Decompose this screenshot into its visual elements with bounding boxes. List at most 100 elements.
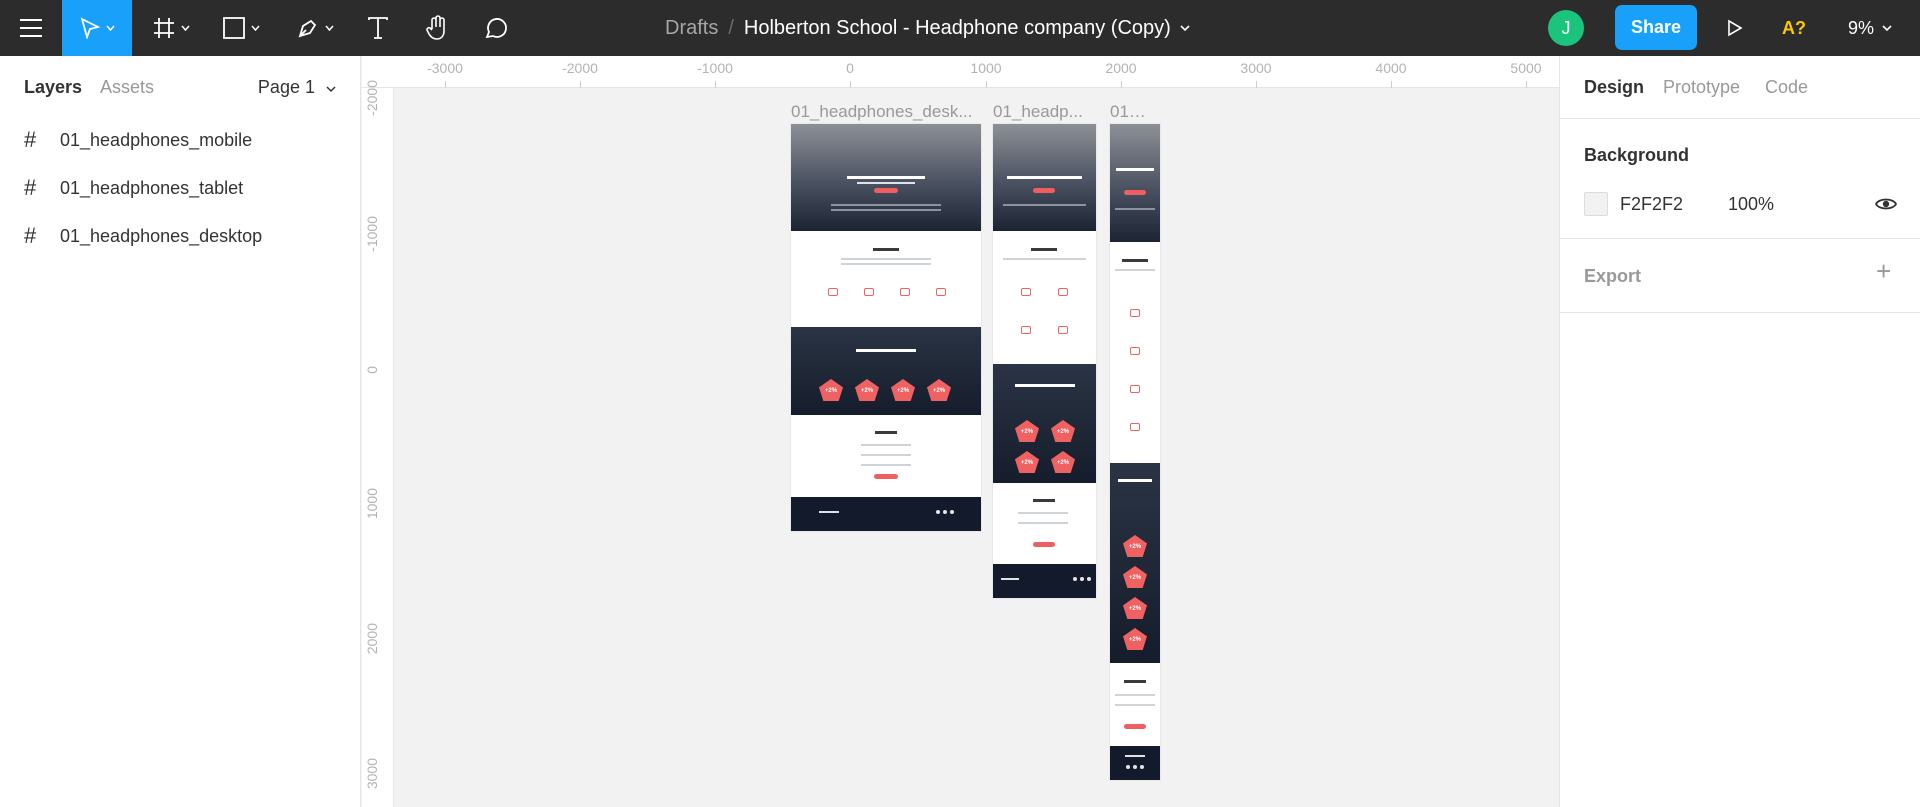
tab-layers[interactable]: Layers bbox=[24, 77, 82, 98]
text-tool-button[interactable] bbox=[352, 0, 404, 56]
page-selector-label: Page 1 bbox=[257, 77, 315, 97]
layer-item[interactable]: # 01_headphones_mobile bbox=[24, 125, 252, 155]
present-button[interactable] bbox=[1715, 0, 1755, 56]
frame-icon: # bbox=[24, 127, 37, 152]
shape-tool-icon bbox=[222, 17, 245, 39]
ruler-label: 3000 bbox=[364, 758, 380, 790]
ruler-label: -1000 bbox=[697, 60, 733, 76]
feature-icon bbox=[1021, 326, 1031, 334]
hero-section bbox=[1110, 124, 1160, 242]
pen-tool-button[interactable] bbox=[284, 0, 346, 56]
desktop-frame[interactable]: +2% +2% +2% +2% bbox=[791, 124, 981, 531]
section-text bbox=[1115, 269, 1155, 271]
visibility-toggle[interactable] bbox=[1874, 192, 1898, 221]
avatar[interactable]: J bbox=[1548, 10, 1584, 46]
ruler-label: -3000 bbox=[427, 60, 463, 76]
ruler-tick bbox=[580, 81, 581, 88]
hand-tool-button[interactable] bbox=[412, 0, 464, 56]
layer-item[interactable]: # 01_headphones_desktop bbox=[24, 221, 262, 251]
layers-panel: Layers Assets Page 1 # 01_headphones_mob… bbox=[0, 56, 361, 807]
ruler-label: -1000 bbox=[364, 216, 380, 252]
breadcrumb: Drafts / Holberton School - Headphone co… bbox=[665, 0, 1190, 56]
move-tool-icon bbox=[80, 17, 100, 39]
tab-code[interactable]: Code bbox=[1765, 77, 1808, 98]
share-button[interactable]: Share bbox=[1615, 5, 1697, 50]
hero-cta bbox=[1033, 188, 1055, 193]
results-title bbox=[856, 349, 916, 352]
ruler-label: 4000 bbox=[1375, 60, 1407, 76]
tablet-frame[interactable]: +2% +2% +2% +2% bbox=[993, 124, 1096, 598]
chevron-down-icon[interactable] bbox=[1180, 24, 1190, 32]
stat-badge: +2% bbox=[1051, 420, 1075, 442]
present-icon bbox=[1728, 19, 1743, 37]
ruler-tick bbox=[445, 81, 446, 88]
chevron-down-icon bbox=[326, 86, 336, 93]
menu-button[interactable] bbox=[0, 0, 62, 56]
ruler-label: 1000 bbox=[970, 60, 1002, 76]
contact-submit bbox=[1033, 542, 1055, 547]
feature-icon bbox=[864, 288, 874, 296]
feature-icon bbox=[936, 288, 946, 296]
footer-section bbox=[993, 564, 1096, 598]
frame-tool-button[interactable] bbox=[140, 0, 202, 56]
stat-badge: +2% bbox=[927, 379, 951, 401]
layer-item[interactable]: # 01_headphones_tablet bbox=[24, 173, 243, 203]
contact-field bbox=[1115, 704, 1155, 706]
feature-icon bbox=[1130, 347, 1140, 355]
hero-cta bbox=[874, 188, 898, 193]
ruler-label: 2000 bbox=[1105, 60, 1137, 76]
help-indicator[interactable]: A? bbox=[1782, 0, 1806, 56]
feature-icon bbox=[900, 288, 910, 296]
background-swatch[interactable] bbox=[1584, 192, 1608, 216]
text-tool-icon bbox=[368, 17, 388, 39]
hand-tool-icon bbox=[426, 15, 445, 40]
tab-prototype[interactable]: Prototype bbox=[1663, 77, 1740, 98]
file-name[interactable]: Holberton School - Headphone company (Co… bbox=[744, 17, 1171, 40]
page-selector[interactable]: Page 1 bbox=[258, 77, 336, 98]
chevron-down-icon bbox=[105, 25, 115, 31]
results-section: +2% +2% +2% +2% bbox=[993, 364, 1096, 483]
horizontal-ruler: -3000 -2000 -1000 0 1000 2000 3000 4000 … bbox=[362, 56, 1559, 88]
ruler-tick bbox=[1256, 81, 1257, 88]
hero-text bbox=[831, 204, 941, 206]
comment-tool-button[interactable] bbox=[470, 0, 522, 56]
chevron-down-icon bbox=[250, 25, 260, 31]
social-icon bbox=[943, 510, 947, 514]
export-label[interactable]: Export bbox=[1584, 266, 1641, 287]
frame-label-desktop[interactable]: 01_headphones_desk... bbox=[791, 102, 981, 122]
left-panel-tabs: Layers Assets Page 1 bbox=[0, 56, 360, 118]
chevron-down-icon bbox=[1882, 24, 1892, 31]
social-icon bbox=[1087, 577, 1091, 581]
feature-icon bbox=[1058, 288, 1068, 296]
background-color-input[interactable]: F2F2F2 bbox=[1620, 194, 1683, 215]
breadcrumb-drafts[interactable]: Drafts bbox=[665, 17, 718, 40]
contact-title bbox=[875, 431, 897, 434]
zoom-control[interactable]: 9% bbox=[1848, 0, 1892, 56]
stat-badge: +2% bbox=[819, 379, 843, 401]
comment-tool-icon bbox=[485, 18, 507, 39]
move-tool-button[interactable] bbox=[62, 0, 132, 56]
hero-text bbox=[1115, 208, 1155, 210]
frame-label-tablet[interactable]: 01_headp... bbox=[993, 102, 1096, 122]
shape-tool-button[interactable] bbox=[210, 0, 272, 56]
hero-text bbox=[831, 209, 941, 211]
vertical-ruler: -2000 -1000 0 1000 2000 3000 bbox=[362, 80, 394, 807]
social-icon bbox=[1073, 577, 1077, 581]
contact-title bbox=[1124, 680, 1146, 683]
stat-badge: +2% bbox=[1123, 566, 1147, 588]
frame-label-mobile[interactable]: 01_... bbox=[1110, 102, 1150, 122]
canvas[interactable]: 01_headphones_desk... +2% +2% +2% +2% 01… bbox=[395, 89, 1559, 807]
section-text bbox=[841, 263, 931, 265]
contact-field bbox=[1115, 694, 1155, 696]
tab-assets[interactable]: Assets bbox=[100, 77, 154, 98]
background-opacity-input[interactable]: 100% bbox=[1728, 194, 1774, 215]
hero-text bbox=[1003, 204, 1086, 206]
contact-field bbox=[1018, 522, 1068, 524]
chevron-down-icon bbox=[324, 25, 334, 31]
add-export-button[interactable]: + bbox=[1876, 256, 1891, 287]
contact-field bbox=[1018, 512, 1068, 514]
tab-design[interactable]: Design bbox=[1584, 77, 1644, 98]
feature-icon bbox=[1130, 309, 1140, 317]
footer-section bbox=[791, 497, 981, 531]
mobile-frame[interactable]: +2% +2% +2% +2% bbox=[1110, 124, 1160, 780]
